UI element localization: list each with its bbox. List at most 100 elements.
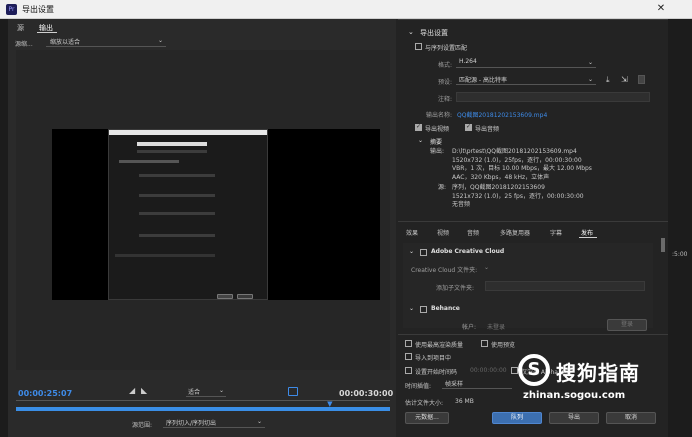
add-subfolder-label: 添加子文件夹: — [436, 285, 475, 292]
match-sequence-checkbox[interactable] — [415, 43, 422, 50]
close-icon[interactable]: ✕ — [654, 2, 668, 16]
tab-publish[interactable]: 发布 — [581, 228, 593, 237]
watermark-text: 搜狗指南 — [556, 361, 640, 385]
thumbnail-button — [217, 294, 233, 299]
current-timecode[interactable]: 00:00:25:07 — [18, 389, 72, 398]
source-scaling-dropdown[interactable]: 缩放以适合 ⌄ — [46, 37, 166, 47]
set-out-point-icon[interactable]: ◣ — [141, 386, 147, 395]
summary-line: VBR，1 次，目标 10.00 Mbps，最大 12.00 Mbps — [452, 165, 592, 172]
cc-folder-label: Creative Cloud 文件夹: — [411, 267, 478, 274]
preset-dropdown[interactable]: 匹配源 - 高比特率 ⌄ — [456, 75, 596, 85]
summary-line: 序列，QQ截图20181202153609 — [452, 184, 545, 191]
summary-output-label: 输出: — [430, 148, 445, 155]
account-value: 未登录 — [487, 324, 506, 331]
behance-toggle-icon[interactable]: ⌄ — [409, 305, 414, 312]
aspect-correction-icon[interactable] — [288, 387, 298, 396]
subfolder-input[interactable] — [485, 281, 645, 291]
signin-button[interactable]: 登录 — [607, 319, 647, 331]
import-into-project-checkbox[interactable] — [405, 353, 412, 360]
thumbnail-row — [139, 194, 215, 197]
thumbnail-row — [137, 150, 207, 153]
tab-source[interactable]: 源 — [17, 23, 24, 33]
cancel-button[interactable]: 取消 — [606, 412, 656, 424]
behance-checkbox[interactable] — [420, 306, 427, 313]
summary-toggle-icon[interactable]: ⌄ — [418, 137, 423, 144]
behance-label: Behance — [431, 305, 460, 312]
thumbnail-row — [115, 254, 215, 257]
set-start-timecode-label: 设置开始时间码 — [415, 369, 458, 376]
summary-output-text: D:\lt\prtest\QQ截图20181202153609.mp4 1520… — [452, 148, 592, 182]
format-dropdown[interactable]: H.264 ⌄ — [456, 58, 596, 68]
tab-multiplexer[interactable]: 多路复用器 — [500, 228, 530, 237]
preview-content-thumbnail — [108, 129, 268, 300]
active-tab-underline — [579, 237, 597, 238]
export-button[interactable]: 导出 — [549, 412, 599, 424]
watermark-url: zhinan.sogou.com — [523, 390, 626, 401]
sogou-logo-icon: S — [518, 354, 550, 386]
tab-audio[interactable]: 音频 — [467, 228, 479, 237]
divider — [398, 19, 668, 20]
summary-source-label: 源: — [438, 184, 447, 191]
active-tab-underline — [37, 32, 57, 33]
import-into-project-label: 导入到项目中 — [415, 355, 452, 362]
zoom-fit-dropdown[interactable]: 适合 ⌄ — [186, 387, 226, 397]
background-app-left — [0, 19, 8, 437]
export-settings-window: Pr 导出设置 ✕ :5:00 源 输出 源缩... 缩放以适合 ⌄ 00:00… — [0, 0, 692, 437]
comment-input[interactable] — [456, 92, 650, 102]
set-in-point-icon[interactable]: ◢ — [129, 386, 135, 395]
background-timecode: :5:00 — [672, 251, 688, 258]
summary-line: AAC，320 Kbps，48 kHz，立体声 — [452, 173, 550, 181]
export-audio-label: 导出音频 — [475, 126, 500, 133]
output-name-link[interactable]: QQ截图20181202153609.mp4 — [457, 110, 547, 119]
tab-effects[interactable]: 效果 — [406, 228, 418, 237]
preset-label: 预设: — [437, 79, 452, 86]
estimated-size-value: 36 MB — [455, 398, 474, 405]
render-alpha-checkbox[interactable] — [511, 367, 518, 374]
chevron-down-icon: ⌄ — [157, 37, 163, 44]
tab-video[interactable]: 视频 — [437, 228, 449, 237]
zoom-fit-value: 适合 — [188, 389, 201, 396]
panel-scrollbar[interactable] — [661, 238, 665, 252]
premiere-app-icon: Pr — [6, 4, 17, 15]
window-title: 导出设置 — [22, 5, 54, 14]
use-preview-label: 使用预览 — [491, 342, 516, 349]
source-scaling-label: 源缩... — [15, 41, 33, 48]
thumbnail-row — [139, 174, 215, 177]
divider — [398, 334, 668, 335]
import-preset-icon[interactable]: ⇲ — [621, 75, 628, 84]
chevron-down-icon: ⌄ — [587, 59, 593, 66]
comment-label: 注释: — [437, 96, 452, 103]
time-interpolation-dropdown[interactable]: 帧采样 — [442, 379, 512, 389]
match-sequence-label: 与序列设置匹配 — [425, 45, 468, 52]
max-render-quality-checkbox[interactable] — [405, 340, 412, 347]
format-label: 格式: — [437, 62, 452, 69]
chevron-down-icon: ⌄ — [587, 76, 593, 83]
adobe-cc-toggle-icon[interactable]: ⌄ — [409, 248, 414, 255]
export-audio-checkbox[interactable] — [465, 123, 472, 131]
save-preset-icon[interactable]: ⤓ — [606, 75, 610, 85]
source-range-dropdown[interactable]: 序列切入/序列切出 ⌄ — [163, 418, 265, 428]
source-range-value: 序列切入/序列切出 — [166, 420, 217, 427]
metadata-button[interactable]: 元数据... — [405, 412, 449, 424]
account-label: 帐户: — [462, 324, 477, 331]
export-video-checkbox[interactable] — [415, 123, 422, 131]
start-timecode-value[interactable]: 00:00:00:00 — [470, 367, 507, 374]
delete-preset-icon[interactable] — [638, 75, 645, 84]
source-scaling-value: 缩放以适合 — [50, 39, 81, 46]
chevron-down-icon: ⌄ — [256, 418, 262, 425]
chevron-down-icon: ⌄ — [218, 387, 224, 394]
set-start-timecode-checkbox[interactable] — [405, 367, 412, 374]
playhead-icon[interactable]: ▼ — [327, 401, 334, 408]
cc-folder-help-icon[interactable]: ⌄ — [484, 264, 489, 271]
adobe-cc-checkbox[interactable] — [420, 249, 427, 256]
thumbnail-titlebar — [109, 130, 267, 135]
background-app-right: :5:00 — [668, 19, 692, 437]
export-settings-toggle-icon[interactable]: ⌄ — [408, 28, 414, 36]
summary-line: 1520x732 (1.0)，25fps，逐行，00:00:30:00 — [452, 156, 582, 164]
summary-source-text: 序列，QQ截图20181202153609 1521x732 (1.0)，25 … — [452, 184, 584, 210]
use-preview-checkbox[interactable] — [481, 340, 488, 347]
preset-value: 匹配源 - 高比特率 — [459, 77, 507, 84]
thumbnail-row — [119, 160, 179, 163]
queue-button[interactable]: 队列 — [492, 412, 542, 424]
tab-captions[interactable]: 字幕 — [550, 228, 562, 237]
